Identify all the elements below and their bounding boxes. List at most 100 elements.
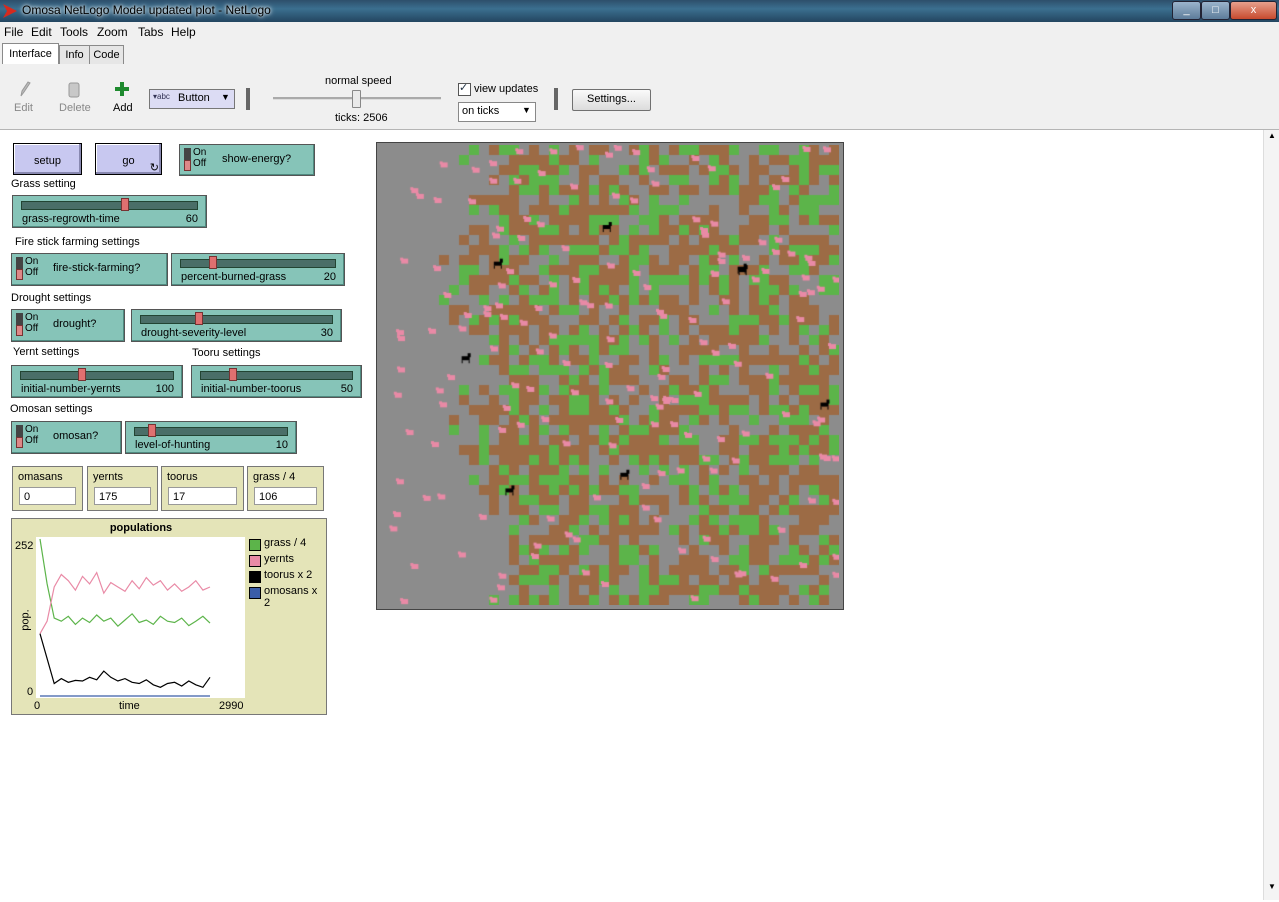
- speed-slider-thumb[interactable]: [352, 90, 361, 108]
- tab-strip: Interface Info Code: [0, 41, 1279, 65]
- initial-yernts-slider[interactable]: initial-number-yernts 100: [11, 365, 183, 398]
- fire-stick-farming-switch[interactable]: On Off fire-stick-farming?: [11, 253, 168, 286]
- menu-zoom[interactable]: Zoom: [97, 25, 128, 39]
- world-canvas[interactable]: [379, 145, 839, 605]
- netlogo-app-icon: [3, 4, 17, 18]
- update-mode-value: on ticks: [462, 105, 500, 117]
- switch-on-label: On: [25, 256, 39, 267]
- monitor-value: 17: [168, 487, 237, 505]
- plot-title: populations: [109, 522, 173, 534]
- forever-icon: ↻: [149, 162, 159, 174]
- delete-button[interactable]: Delete: [59, 102, 91, 114]
- plot-y-label: pop.: [19, 609, 32, 631]
- title-bar: Omosa NetLogo Model updated plot - NetLo…: [0, 0, 1279, 22]
- monitor-label: toorus: [167, 471, 198, 483]
- populations-plot: populations 252 0 pop. 0 time 2990 grass…: [11, 518, 327, 715]
- slider-knob[interactable]: [228, 368, 237, 381]
- note-yernt-settings: Yernt settings: [13, 346, 80, 358]
- trash-icon[interactable]: [67, 80, 81, 98]
- vertical-scrollbar[interactable]: ▲ ▼: [1263, 130, 1279, 900]
- level-of-hunting-slider[interactable]: level-of-hunting 10: [125, 421, 297, 454]
- plot-area: [36, 537, 245, 698]
- note-tooru-settings: Tooru settings: [192, 347, 261, 359]
- switch-off-label: Off: [193, 158, 207, 169]
- menu-file[interactable]: File: [4, 25, 23, 39]
- legend-label: toorus x 2: [264, 569, 313, 581]
- initial-toorus-slider[interactable]: initial-number-toorus 50: [191, 365, 362, 398]
- monitor-value: 175: [94, 487, 151, 505]
- menu-tabs[interactable]: Tabs: [138, 25, 163, 39]
- slider-knob[interactable]: [209, 256, 218, 269]
- slider-knob[interactable]: [77, 368, 86, 381]
- level-of-hunting-label: level-of-hunting: [135, 439, 211, 451]
- show-energy-switch[interactable]: On Off show-energy?: [179, 144, 315, 176]
- update-mode-select[interactable]: on ticks ▼: [458, 102, 536, 122]
- omosan-switch[interactable]: On Off omosan?: [11, 421, 122, 454]
- widget-type-value: Button: [178, 92, 210, 104]
- plot-x-label: time: [119, 700, 140, 712]
- add-button[interactable]: Add: [113, 102, 133, 114]
- widget-type-select[interactable]: ▾abc Button ▼: [149, 89, 235, 109]
- chevron-down-icon: ▼: [522, 105, 531, 115]
- legend-label: yernts: [264, 553, 294, 565]
- go-button-label: go: [122, 155, 135, 167]
- percent-burned-slider[interactable]: percent-burned-grass 20: [171, 253, 345, 286]
- legend-swatch: [249, 571, 261, 583]
- scroll-down-icon[interactable]: ▼: [1268, 882, 1276, 891]
- toolbar-separator: [554, 88, 558, 110]
- monitor-label: grass / 4: [253, 471, 296, 483]
- note-grass-setting: Grass setting: [11, 178, 76, 190]
- show-energy-label: show-energy?: [222, 153, 292, 165]
- close-button[interactable]: x: [1230, 1, 1277, 20]
- slider-track: [200, 371, 353, 380]
- drought-severity-value: 30: [320, 327, 333, 339]
- slider-track: [140, 315, 333, 324]
- drought-severity-slider[interactable]: drought-severity-level 30: [131, 309, 342, 342]
- initial-toorus-label: initial-number-toorus: [201, 383, 302, 395]
- monitor-label: yernts: [93, 471, 123, 483]
- monitor-yernts: yernts 175: [87, 466, 158, 511]
- edit-button[interactable]: Edit: [14, 102, 33, 114]
- view-updates-checkbox[interactable]: ✓: [458, 82, 471, 96]
- slider-knob[interactable]: [194, 312, 203, 325]
- monitor-toorus: toorus 17: [161, 466, 244, 511]
- switch-off-label: Off: [25, 323, 39, 334]
- slider-track: [134, 427, 288, 436]
- menu-help[interactable]: Help: [171, 25, 196, 39]
- go-button[interactable]: go ↻: [95, 143, 162, 175]
- plot-y-max: 252: [15, 540, 34, 552]
- settings-button[interactable]: Settings...: [572, 89, 651, 111]
- slider-track: [20, 371, 174, 380]
- scroll-up-icon[interactable]: ▲: [1268, 131, 1276, 140]
- maximize-button[interactable]: □: [1201, 1, 1230, 20]
- legend-swatch: [249, 539, 261, 551]
- tab-info[interactable]: Info: [59, 45, 90, 64]
- note-omosan-settings: Omosan settings: [10, 403, 93, 415]
- setup-button[interactable]: setup: [13, 143, 82, 175]
- grass-regrowth-slider[interactable]: grass-regrowth-time 60: [12, 195, 207, 228]
- initial-yernts-value: 100: [155, 383, 174, 395]
- legend-label: omosans x 2: [264, 585, 318, 609]
- plus-icon[interactable]: [114, 81, 130, 97]
- legend-entry: toorus x 2: [249, 569, 325, 585]
- drought-switch[interactable]: On Off drought?: [11, 309, 125, 342]
- switch-knob: [184, 160, 191, 171]
- view-updates-label: view updates: [474, 83, 539, 95]
- tab-interface[interactable]: Interface: [2, 43, 59, 65]
- minimize-button[interactable]: _: [1172, 1, 1201, 20]
- legend-entry: grass / 4: [249, 537, 325, 553]
- switch-off-label: Off: [25, 435, 39, 446]
- slider-knob[interactable]: [148, 424, 157, 437]
- plot-x-min: 0: [34, 700, 41, 712]
- switch-on-label: On: [193, 147, 207, 158]
- chevron-down-icon: ▼: [221, 92, 230, 102]
- tick-counter: ticks: 2506: [335, 112, 388, 124]
- menu-tools[interactable]: Tools: [60, 25, 88, 39]
- button-widget-icon: ▾abc: [153, 92, 170, 101]
- menu-edit[interactable]: Edit: [31, 25, 52, 39]
- world-view[interactable]: [376, 142, 844, 610]
- plot-y-min: 0: [27, 686, 34, 698]
- slider-knob[interactable]: [121, 198, 130, 211]
- tab-code[interactable]: Code: [89, 45, 124, 64]
- pencil-icon[interactable]: [18, 80, 32, 98]
